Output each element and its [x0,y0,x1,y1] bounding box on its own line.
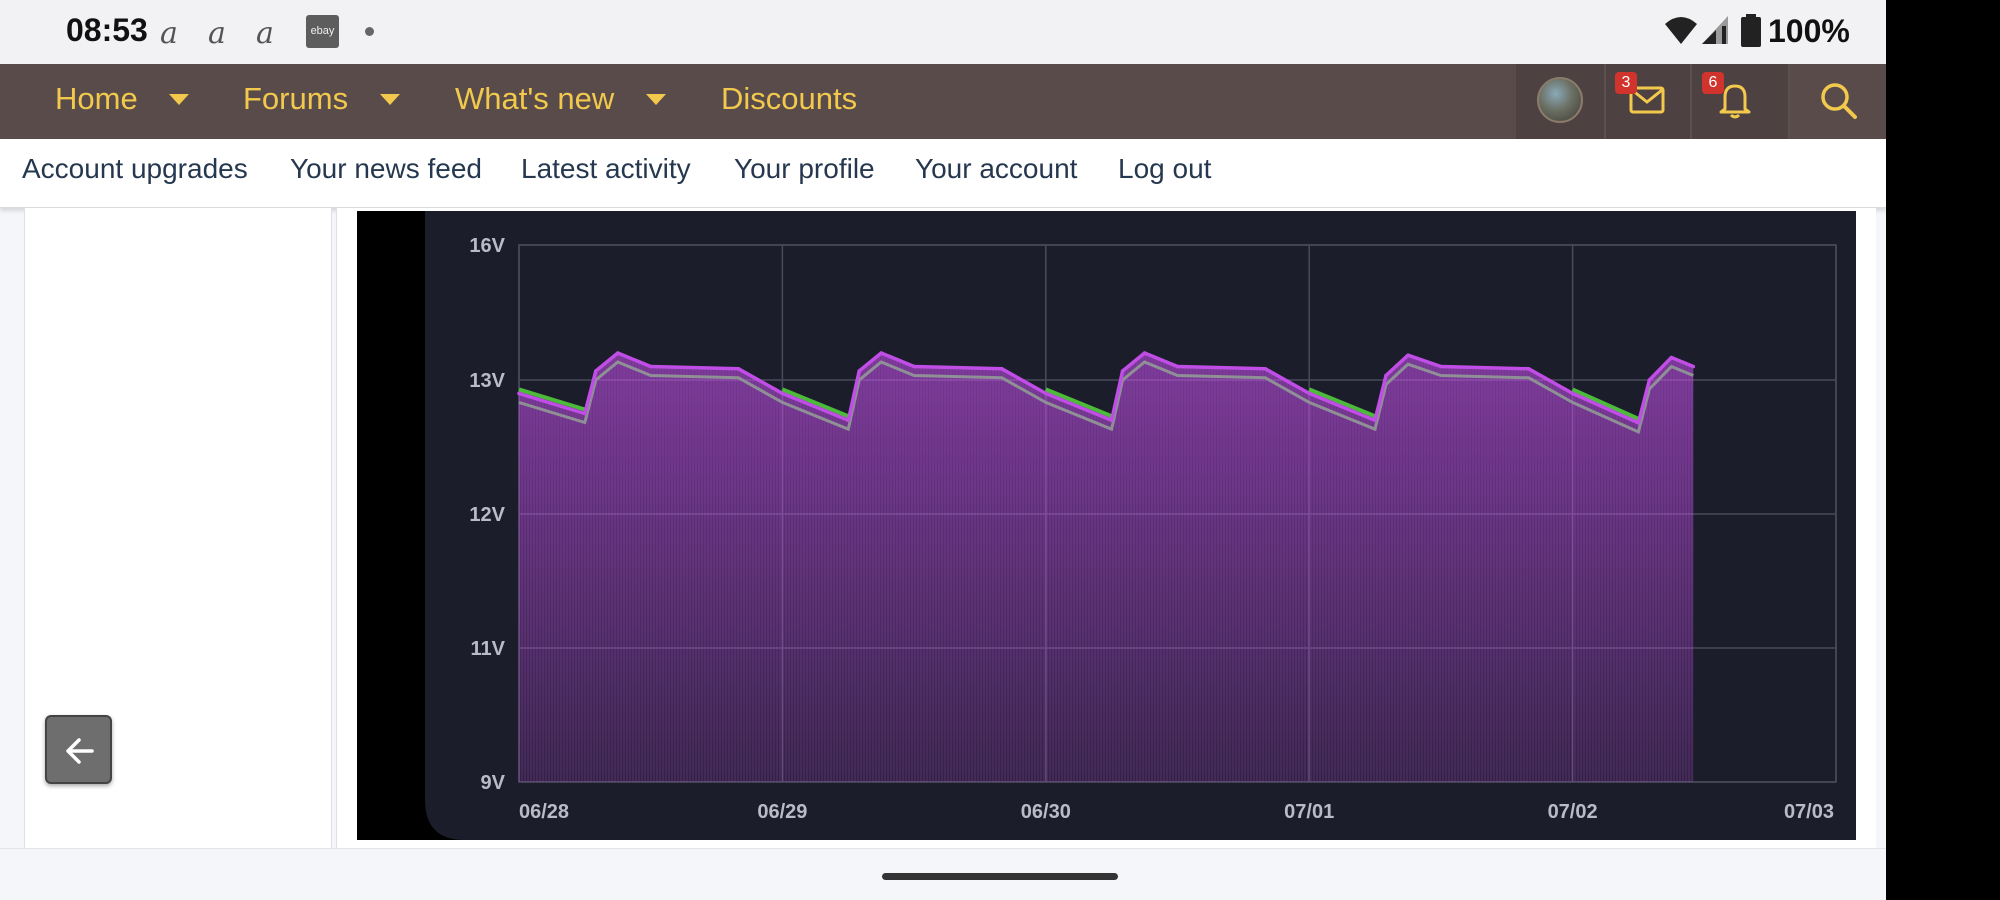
notification-icon: a [208,16,226,51]
series-point [1636,421,1641,425]
arrow-left-icon [66,738,94,764]
subnav-account-upgrades[interactable]: Account upgrades [22,153,248,185]
search-icon[interactable] [1820,82,1858,120]
series-point [1120,369,1125,373]
series-point [780,391,785,396]
chevron-down-icon[interactable] [169,94,189,105]
inbox-count-badge: 3 [1615,72,1637,94]
series-point [1142,351,1147,355]
avatar[interactable] [1537,77,1583,123]
y-tick-label: 9V [481,772,506,794]
chevron-down-icon[interactable] [646,94,666,105]
nav-divider [1604,64,1606,139]
nav-home[interactable]: Home [55,64,138,139]
series-point [1384,373,1388,378]
series-point [615,351,620,355]
series-point [1669,355,1674,360]
x-tick-label: 06/28 [519,801,569,823]
series-point [1263,366,1268,371]
x-tick-label: 07/03 [1784,801,1834,823]
x-tick-label: 07/02 [1548,801,1598,823]
system-nav-bar [0,848,1886,900]
voltage-chart-image[interactable]: 16V 13V 12V 11V 9V 06/28 06/29 06/30 07/01 07/02… [357,211,1856,840]
status-time: 08:53 [66,12,148,48]
subnav-news-feed[interactable]: Your news feed [290,153,482,185]
wifi-icon [1665,17,1697,44]
nav-divider [1690,64,1692,139]
nav-forums-label: Forums [243,81,349,116]
series-point [736,366,741,371]
voltage-chart: 16V 13V 12V 11V 9V 06/28 06/29 06/30 07/01 07/02… [425,211,1856,840]
notification-icon: a [160,16,178,51]
series-point [1109,418,1114,422]
notification-icon: a [256,16,274,51]
series-point [846,418,851,422]
back-button[interactable] [45,715,112,784]
series-point [1570,391,1575,396]
y-tick-label: 11V [471,638,506,660]
x-tick-label: 06/29 [757,801,807,823]
phone-screen: 08:53 a a a ebay 100% Home Forums What's… [0,0,1886,900]
y-tick-label: 16V [469,235,505,257]
series-point [879,351,883,355]
cell-signal-icon [1702,16,1728,44]
more-notifications-dot-icon [365,27,374,36]
series-point [912,364,916,369]
series-point [1439,364,1443,369]
series-point [583,411,587,416]
series-point [1044,391,1048,396]
y-tick-label: 12V [469,504,505,526]
nav-forums[interactable]: Forums [243,64,348,139]
nav-discounts-label: Discounts [721,81,858,116]
series-point [1307,391,1311,396]
series-point [594,369,598,373]
y-tick-label: 13V [469,370,505,392]
nav-whats-new[interactable]: What's new [455,64,614,139]
home-indicator[interactable] [882,873,1118,880]
series-point [1406,353,1410,358]
series-point [1526,366,1531,371]
main-nav: Home Forums What's new Discounts 3 6 [0,64,1886,139]
nav-home-label: Home [55,81,138,116]
subnav-log-out[interactable]: Log out [1118,153,1211,185]
subnav-your-account[interactable]: Your account [915,153,1077,185]
chevron-down-icon[interactable] [380,94,400,105]
battery-icon [1741,14,1761,47]
nav-divider [1788,64,1790,139]
nav-whats-new-label: What's new [455,81,615,116]
series-point [517,391,521,396]
series-point [1647,378,1652,382]
alerts-count-badge: 6 [1702,72,1724,94]
series-point [1000,366,1004,371]
battery-percent: 100% [1768,13,1850,49]
series-point [1175,364,1180,369]
subnav-latest-activity[interactable]: Latest activity [521,153,691,185]
subnav-your-profile[interactable]: Your profile [734,153,875,185]
status-bar: 08:53 a a a ebay 100% [0,0,1886,64]
ebay-icon: ebay [306,15,339,48]
x-tick-label: 06/30 [1021,801,1071,823]
series-point [857,369,862,373]
series-point [1691,364,1696,369]
series-point [1373,418,1377,422]
series-point [648,364,653,369]
account-sub-nav: Account upgrades Your news feed Latest a… [0,139,1886,208]
x-tick-label: 07/01 [1284,801,1334,823]
nav-discounts[interactable]: Discounts [721,64,857,139]
